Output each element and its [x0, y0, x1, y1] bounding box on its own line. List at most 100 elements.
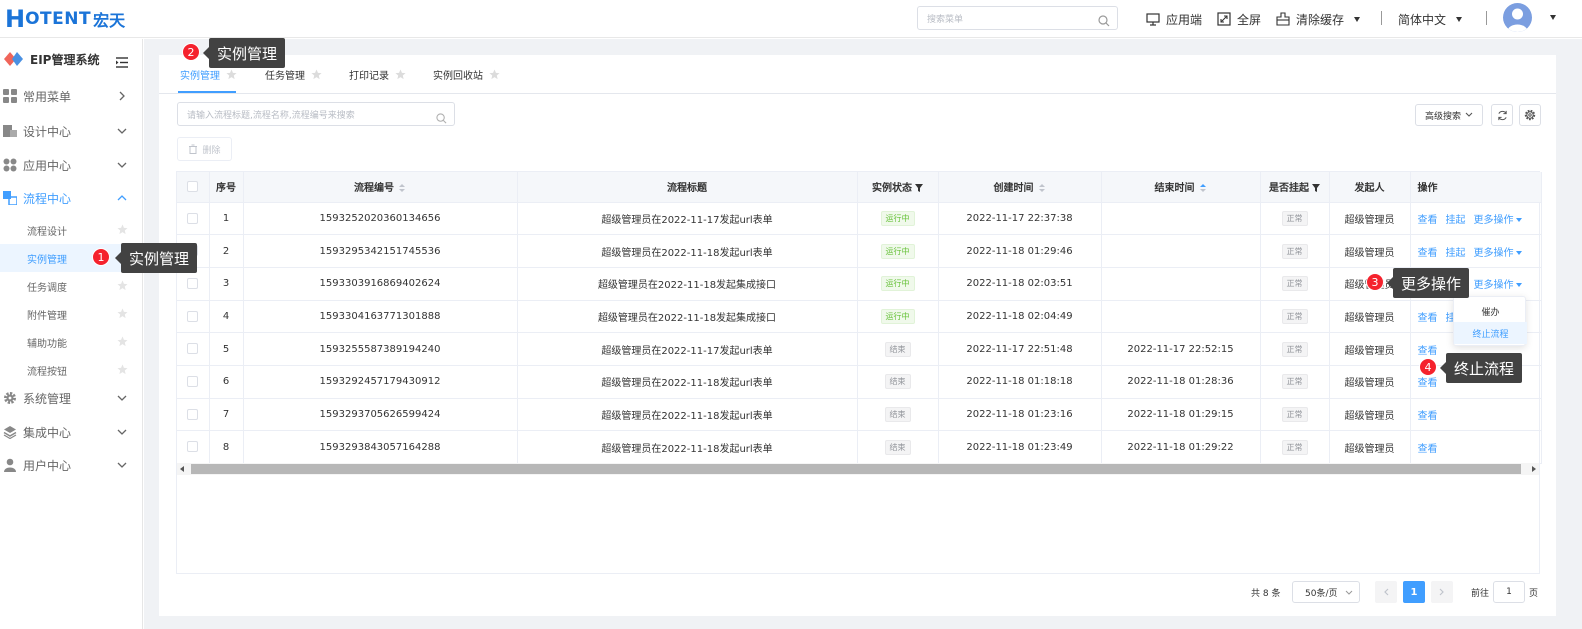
refresh-button[interactable] — [1491, 104, 1513, 126]
filter-icon[interactable] — [915, 184, 923, 193]
row-checkbox[interactable] — [187, 441, 199, 453]
goto-page-input[interactable]: 1 — [1493, 581, 1525, 603]
menu-integration[interactable]: 集成中心 — [0, 415, 143, 449]
scroll-left-icon[interactable] — [180, 466, 184, 472]
row-checkbox[interactable] — [187, 376, 199, 388]
header-label: 操作 — [1417, 183, 1438, 195]
menu-search-input[interactable] — [927, 9, 1097, 31]
cell-status: 运行中 — [857, 202, 939, 236]
status-badge: 运行中 — [880, 308, 915, 324]
row-action-link[interactable]: 查看 — [1418, 411, 1438, 422]
tab-instance-recycle-bin[interactable]: 实例回收站 — [433, 55, 500, 94]
advanced-search-button[interactable]: 高级搜索 — [1415, 104, 1483, 126]
menu-apps[interactable]: 应用中心 — [0, 148, 143, 182]
sort-icon[interactable] — [1038, 183, 1046, 193]
tab-print-records[interactable]: 打印记录 — [349, 55, 406, 94]
row-action-link[interactable]: 查看 — [1418, 248, 1438, 259]
instance-search[interactable] — [177, 102, 455, 128]
table-row[interactable]: 8 1593293843057164288 超级管理员在2022-11-18发起ur… — [177, 430, 1542, 464]
menu-flow[interactable]: 流程中心 — [0, 181, 143, 215]
search-icon[interactable] — [1098, 12, 1110, 31]
row-action-link[interactable]: 查看 — [1418, 346, 1438, 357]
scroll-right-icon[interactable] — [1532, 466, 1536, 472]
cell-ended — [1101, 234, 1261, 268]
more-actions-dropdown: 催办 终止流程 — [1453, 296, 1527, 346]
sort-icon[interactable] — [399, 183, 406, 193]
star-icon[interactable] — [489, 69, 500, 80]
table-row[interactable]: 3 1593303916869402624 超级管理员在2022-11-18发起集成… — [177, 267, 1542, 301]
star-icon[interactable] — [117, 308, 128, 319]
clear-cache-label: 清除缓存 — [1296, 12, 1345, 27]
column-header[interactable]: 实例状态 — [857, 172, 939, 203]
row-action-link[interactable]: 挂起 — [1446, 215, 1466, 226]
delete-button[interactable]: 删除 — [177, 137, 232, 161]
menu-design[interactable]: 设计中心 — [0, 114, 143, 148]
urge-menu-item[interactable]: 催办 — [1454, 300, 1527, 322]
scrollbar-thumb[interactable] — [191, 464, 1521, 474]
search-icon[interactable] — [436, 109, 447, 128]
row-checkbox[interactable] — [187, 277, 199, 289]
row-checkbox[interactable] — [187, 310, 199, 322]
column-header[interactable]: 流程编号 — [243, 172, 518, 203]
sidebar-item-flow-buttons[interactable]: 流程按钮 — [0, 356, 143, 384]
star-icon[interactable] — [311, 69, 322, 80]
fullscreen-button[interactable]: 全屏 — [1217, 9, 1261, 29]
menu-search[interactable] — [917, 6, 1118, 31]
star-icon[interactable] — [117, 364, 128, 375]
table-row[interactable]: 5 1593255587389194240 超级管理员在2022-11-17发起ur… — [177, 332, 1542, 366]
table-row[interactable]: 6 1593292457179430912 超级管理员在2022-11-18发起ur… — [177, 365, 1542, 399]
header-label: 创建时间 — [993, 183, 1034, 195]
collapse-menu-icon[interactable] — [116, 53, 128, 72]
settings-button[interactable] — [1519, 104, 1541, 126]
page-size-select[interactable]: 50条/页 — [1292, 581, 1360, 603]
star-icon[interactable] — [117, 336, 128, 347]
menu-common[interactable]: 常用菜单 — [0, 79, 143, 113]
row-action-link[interactable]: 查看 — [1418, 444, 1438, 455]
star-icon[interactable] — [117, 224, 128, 235]
row-checkbox[interactable] — [187, 212, 199, 224]
star-icon[interactable] — [226, 69, 237, 80]
sidebar-item-attachments[interactable]: 附件管理 — [0, 300, 143, 328]
select-all-checkbox[interactable] — [187, 181, 199, 192]
sidebar-item-task-schedule[interactable]: 任务调度 — [0, 272, 143, 300]
filter-icon[interactable] — [1312, 184, 1320, 193]
chevron-down-icon[interactable] — [1550, 15, 1556, 20]
horizontal-scrollbar[interactable] — [177, 463, 1539, 475]
row-action-link[interactable]: 查看 — [1418, 313, 1438, 324]
more-actions-link[interactable]: 更多操作 — [1474, 248, 1522, 259]
column-header[interactable]: 创建时间 — [938, 172, 1102, 203]
avatar[interactable] — [1503, 3, 1532, 32]
menu-system[interactable]: 系统管理 — [0, 381, 143, 415]
star-icon[interactable] — [395, 69, 406, 80]
more-actions-link[interactable]: 更多操作 — [1474, 280, 1522, 291]
terminate-flow-menu-item[interactable]: 终止流程 — [1454, 322, 1527, 344]
row-action-link[interactable]: 查看 — [1418, 378, 1438, 389]
table-row[interactable]: 2 1593295342151745536 超级管理员在2022-11-18发起ur… — [177, 234, 1542, 268]
app-client-button[interactable]: 应用端 — [1146, 9, 1202, 29]
sidebar-item-auxiliary[interactable]: 辅助功能 — [0, 328, 143, 356]
row-action-link[interactable]: 挂起 — [1446, 248, 1466, 259]
next-page-button[interactable] — [1431, 581, 1453, 603]
row-checkbox[interactable] — [187, 408, 199, 420]
hotent-logo[interactable]: H OTENT 宏天 — [5, 5, 125, 33]
row-checkbox[interactable] — [187, 343, 199, 355]
row-action-link[interactable]: 查看 — [1418, 215, 1438, 226]
star-icon[interactable] — [117, 280, 128, 291]
prev-page-button[interactable] — [1375, 581, 1397, 603]
language-select[interactable]: 简体中文 — [1398, 9, 1463, 29]
more-actions-link[interactable]: 更多操作 — [1474, 215, 1522, 226]
suspend-badge: 正常 — [1281, 374, 1308, 390]
column-header[interactable]: 结束时间 — [1101, 172, 1261, 203]
column-header[interactable]: 是否挂起 — [1260, 172, 1330, 203]
sort-icon[interactable] — [1199, 183, 1207, 193]
sidebar-item-flow-design[interactable]: 流程设计 — [0, 216, 143, 244]
clear-cache-button[interactable]: 清除缓存 — [1276, 9, 1361, 29]
menu-label: 集成中心 — [23, 425, 72, 440]
table-row[interactable]: 1 1593252020360134656 超级管理员在2022-11-17发起ur… — [177, 202, 1542, 236]
instance-search-input[interactable] — [187, 105, 432, 127]
table-row[interactable]: 4 1593304163771301888 超级管理员在2022-11-18发起集成… — [177, 300, 1542, 334]
menu-user[interactable]: 用户中心 — [0, 448, 143, 482]
cell-no: 2 — [209, 234, 244, 268]
table-row[interactable]: 7 1593293705626599424 超级管理员在2022-11-18发起ur… — [177, 398, 1542, 432]
page-number-button[interactable]: 1 — [1403, 581, 1425, 603]
